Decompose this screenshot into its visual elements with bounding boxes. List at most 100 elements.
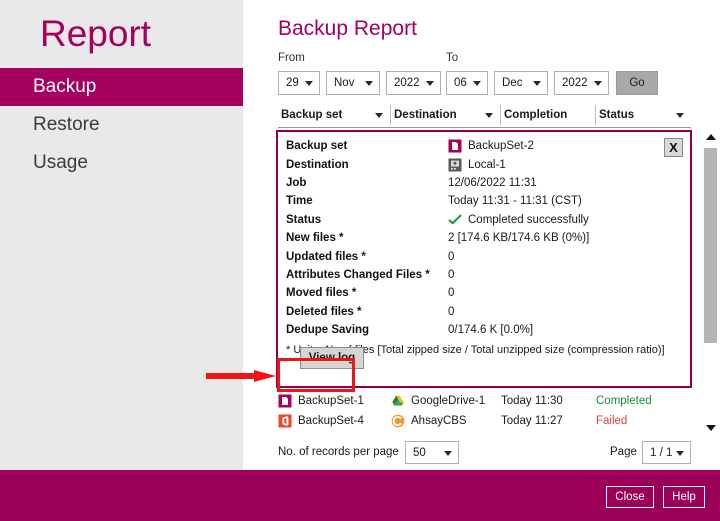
help-button[interactable]: Help (663, 486, 705, 508)
job-detail-panel: X Backup set BackupSet-2 Destination Local-… (276, 130, 692, 388)
to-month-select[interactable]: Dec (494, 71, 548, 95)
sidebar-item-restore[interactable]: Restore (0, 106, 243, 144)
detail-row: Backup set BackupSet-2 (278, 137, 690, 155)
chevron-down-icon (473, 81, 481, 86)
column-header-status[interactable]: Status (596, 105, 691, 125)
detail-row-label: New files * (286, 232, 344, 245)
column-header-label: Completion (504, 109, 568, 121)
records-per-page-select[interactable]: 50 (405, 441, 459, 464)
table-row[interactable]: BackupSet-4 AhsayCBS Today 11:27 Failed (278, 411, 691, 431)
detail-row-label: Destination (286, 158, 349, 171)
sidebar-item-label: Backup (33, 76, 97, 97)
column-header-completion[interactable]: Completion (501, 105, 596, 125)
close-icon-label: X (669, 140, 678, 155)
to-day-value: 06 (454, 77, 467, 89)
job-detail-rows: Backup set BackupSet-2 Destination Local-1 J… (278, 132, 690, 339)
detail-row-value: 0 (448, 305, 455, 318)
page-select[interactable]: 1 / 1 (642, 441, 691, 464)
detail-row: Time Today 11:31 - 11:31 (CST) (278, 192, 690, 210)
chevron-down-icon (676, 113, 684, 118)
detail-row-value-cell: 0 (448, 251, 454, 263)
chevron-down-icon (375, 113, 383, 118)
table-row[interactable]: BackupSet-1 GoogleDrive-1 Today 11:30 Compl… (278, 391, 691, 411)
detail-row-value-cell: 0 (448, 287, 454, 299)
from-year-select[interactable]: 2022 (386, 71, 441, 95)
from-year-value: 2022 (394, 77, 420, 89)
chevron-down-icon (533, 81, 541, 86)
records-per-page-label: No. of records per page (278, 446, 399, 458)
detail-row-label: Status (286, 213, 322, 226)
from-day-select[interactable]: 29 (278, 71, 320, 95)
detail-row-value: 0 (448, 250, 455, 263)
cell-destination: GoogleDrive-1 (391, 394, 501, 408)
go-button[interactable]: Go (616, 71, 658, 95)
close-icon[interactable]: X (664, 138, 683, 157)
chevron-down-icon (485, 113, 493, 118)
to-month-value: Dec (502, 77, 523, 89)
chevron-down-icon (676, 450, 684, 456)
cell-backup-set-label: BackupSet-1 (298, 395, 364, 407)
detail-row: New files * 2 [174.6 KB/174.6 KB (0%)] (278, 229, 690, 247)
detail-row-value-cell: 12/06/2022 11:31 (448, 177, 537, 189)
chevron-down-icon (594, 81, 602, 86)
detail-row-value: 0/174.6 K [0.0%] (448, 324, 534, 337)
detail-row-value: 0 (448, 268, 455, 281)
go-button-label: Go (629, 77, 645, 89)
view-log-wrapper: View log (300, 347, 364, 369)
page-label: Page (610, 446, 637, 458)
sidebar-title: Report (40, 13, 152, 54)
detail-row-value-cell: Today 11:31 - 11:31 (CST) (448, 195, 582, 207)
scroll-down-icon[interactable] (702, 421, 719, 435)
cell-completion: Today 11:27 (501, 415, 563, 427)
backup-set-icon (448, 139, 462, 153)
detail-row-value-cell: 0 (448, 306, 454, 318)
chevron-down-icon (444, 450, 452, 456)
detail-row-value-cell: Completed successfully (448, 213, 589, 227)
scroll-up-icon[interactable] (702, 130, 719, 144)
view-log-button[interactable]: View log (300, 347, 364, 369)
detail-row-label: Attributes Changed Files * (286, 268, 430, 281)
detail-row: Status Completed successfully (278, 211, 690, 229)
detail-row-value: Completed successfully (468, 213, 589, 226)
vertical-scrollbar[interactable] (702, 130, 719, 435)
detail-row-value: 12/06/2022 11:31 (448, 176, 537, 189)
chevron-down-icon (305, 81, 313, 86)
detail-row: Dedupe Saving 0/174.6 K [0.0%] (278, 321, 690, 339)
close-button[interactable]: Close (606, 486, 654, 508)
cell-destination-label: GoogleDrive-1 (411, 395, 486, 407)
from-month-select[interactable]: Nov (326, 71, 380, 95)
column-header-backup-set[interactable]: Backup set (278, 105, 391, 125)
column-header-destination[interactable]: Destination (391, 105, 501, 125)
to-day-select[interactable]: 06 (446, 71, 488, 95)
backup-set-icon (278, 394, 292, 408)
scrollbar-thumb[interactable] (704, 148, 717, 343)
detail-row-label: Backup set (286, 140, 348, 153)
detail-row-value: 0 (448, 287, 455, 300)
detail-row: Job 12/06/2022 11:31 (278, 174, 690, 192)
to-year-select[interactable]: 2022 (554, 71, 609, 95)
detail-row: Destination Local-1 (278, 155, 690, 173)
bottom-bar: Close Help (0, 474, 720, 521)
detail-row-value-cell: 0/174.6 K [0.0%] (448, 324, 533, 336)
column-header-label: Backup set (281, 109, 343, 121)
from-day-value: 29 (286, 77, 299, 89)
sidebar-item-label: Restore (33, 114, 100, 135)
status-badge: Failed (596, 415, 628, 427)
detail-row-value: Local-1 (468, 158, 506, 171)
detail-row-value-cell: BackupSet-2 (448, 139, 534, 153)
from-label: From (278, 52, 305, 64)
chevron-down-icon (365, 81, 373, 86)
detail-row-value-cell: Local-1 (448, 158, 506, 172)
page-select-value: 1 / 1 (650, 446, 673, 459)
view-log-button-label: View log (308, 352, 356, 364)
to-year-value: 2022 (562, 77, 588, 89)
pagination-bar: No. of records per page 50 Page 1 / 1 (278, 441, 691, 465)
detail-row-value-cell: 2 [174.6 KB/174.6 KB (0%)] (448, 232, 589, 244)
sidebar-item-backup[interactable]: Backup (0, 68, 243, 106)
detail-row-value: 2 [174.6 KB/174.6 KB (0%)] (448, 232, 590, 245)
to-label: To (446, 52, 459, 64)
google-drive-icon (391, 394, 405, 408)
from-month-value: Nov (334, 77, 355, 89)
page-title: Backup Report (278, 17, 417, 40)
sidebar-item-usage[interactable]: Usage (0, 144, 243, 182)
